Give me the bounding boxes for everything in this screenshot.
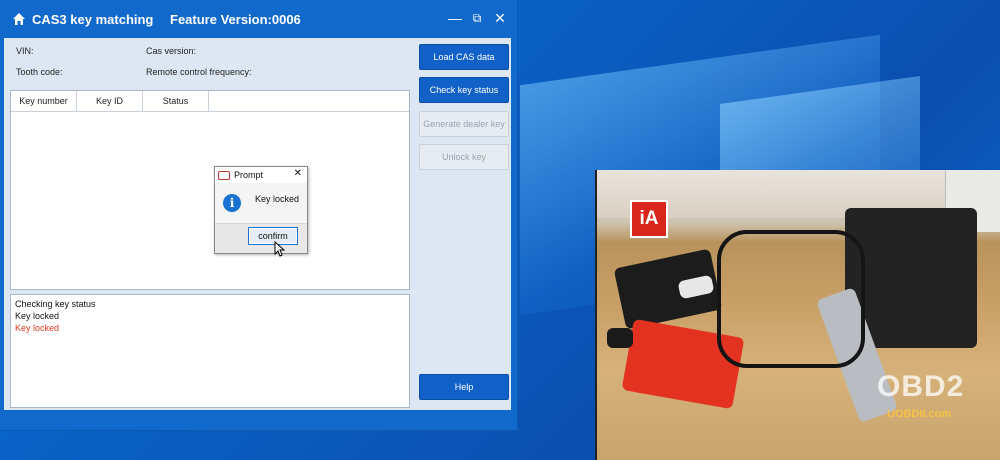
restore-button[interactable]: ⧉ — [469, 10, 485, 26]
log-line-error: Key locked — [15, 323, 60, 333]
mouse-cursor-icon — [274, 241, 286, 257]
prompt-title: Prompt — [234, 170, 264, 180]
wiring-harness — [717, 230, 865, 368]
uobdii-watermark: UOBDII.com — [887, 408, 952, 420]
home-icon[interactable] — [12, 12, 26, 26]
close-icon[interactable]: ✕ — [294, 168, 302, 179]
window-bottom-bar — [0, 410, 517, 430]
info-icon: i — [223, 194, 241, 212]
feature-version: Feature Version:0006 — [170, 12, 301, 27]
cas-version-label: Cas version: — [146, 46, 197, 56]
check-key-status-button[interactable]: Check key status — [419, 77, 509, 103]
confirm-button[interactable]: confirm — [248, 227, 298, 245]
log-line: Checking key status — [15, 299, 96, 309]
key-table-header: Key number Key ID Status — [11, 91, 409, 112]
prompt-message: Key locked — [255, 194, 300, 204]
camera-video-panel: iA OBD2 UOBDII.com — [595, 170, 1000, 460]
prompt-title-bar[interactable]: Prompt ✕ — [215, 167, 307, 183]
minimize-button[interactable]: — — [447, 10, 463, 26]
car-key-fob — [607, 328, 633, 348]
remote-frequency-label: Remote control frequency: — [146, 67, 252, 77]
status-log[interactable]: Checking key status Key locked Key locke… — [10, 294, 410, 408]
help-button[interactable]: Help — [419, 374, 509, 400]
load-cas-data-button[interactable]: Load CAS data — [419, 44, 509, 70]
title-bar[interactable]: CAS3 key matching Feature Version:0006 —… — [0, 0, 517, 38]
col-status[interactable]: Status — [143, 91, 209, 111]
key-table[interactable]: Key number Key ID Status — [10, 90, 410, 290]
col-key-number[interactable]: Key number — [11, 91, 77, 111]
vin-label: VIN: — [16, 46, 34, 56]
tooth-code-label: Tooth code: — [16, 67, 63, 77]
app-title: CAS3 key matching — [32, 11, 154, 27]
col-key-id[interactable]: Key ID — [77, 91, 143, 111]
app-logo-icon — [218, 170, 230, 180]
obd2-watermark: OBD2 — [877, 370, 965, 403]
prompt-dialog: Prompt ✕ i Key locked confirm — [214, 166, 308, 254]
generate-dealer-key-button[interactable]: Generate dealer key — [419, 111, 509, 137]
ia-logo: iA — [630, 200, 668, 238]
close-button[interactable]: ✕ — [492, 10, 508, 26]
log-line: Key locked — [15, 311, 60, 321]
unlock-key-button[interactable]: Unlock key — [419, 144, 509, 170]
